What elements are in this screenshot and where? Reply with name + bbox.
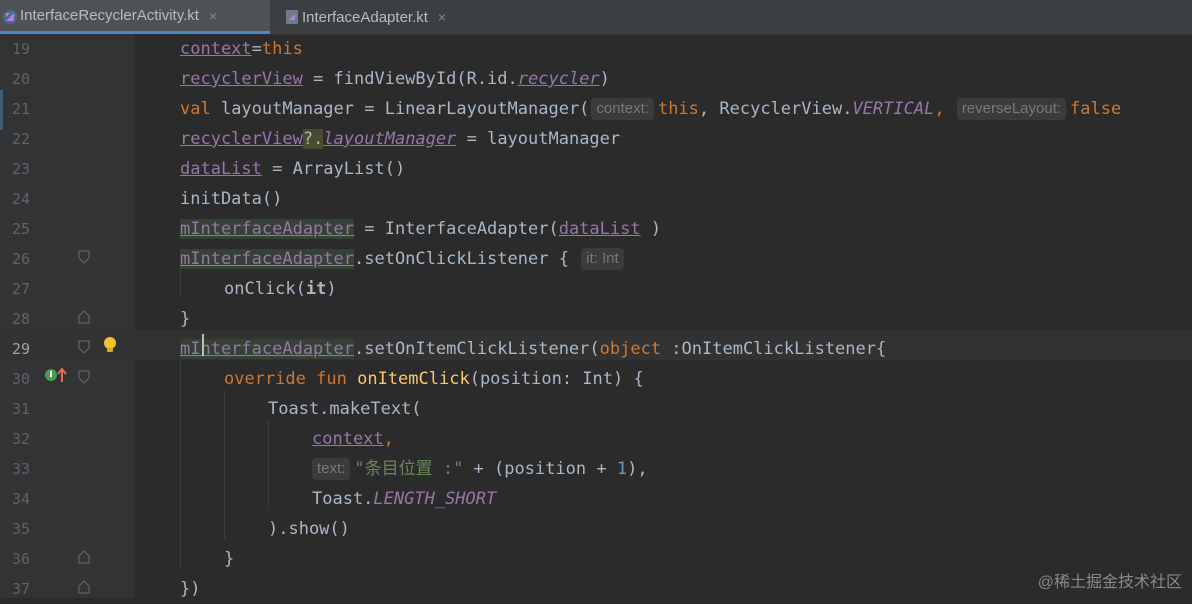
code-line[interactable]: 22 recyclerView?.layoutManager = layoutM…: [0, 124, 1192, 154]
code-line[interactable]: 36 }: [0, 544, 1192, 574]
code-line[interactable]: 19 context=this: [0, 34, 1192, 64]
editor-tab-bar: InterfaceRecyclerActivity.kt × Interface…: [0, 0, 1192, 35]
line-number: 25: [12, 220, 31, 238]
line-number: 35: [12, 520, 31, 538]
fold-icon[interactable]: [78, 340, 90, 354]
line-number: 31: [12, 400, 31, 418]
code-text: recyclerView = findViewById(R.id.recycle…: [180, 69, 610, 89]
code-line[interactable]: 34 Toast.LENGTH_SHORT: [0, 484, 1192, 514]
code-line[interactable]: 31 Toast.makeText(: [0, 394, 1192, 424]
code-line[interactable]: 20 recyclerView = findViewById(R.id.recy…: [0, 64, 1192, 94]
line-number: 23: [12, 160, 31, 178]
line-number: 21: [12, 100, 31, 118]
code-text: dataList = ArrayList(): [180, 159, 406, 179]
line-number: 37: [12, 580, 31, 598]
code-line[interactable]: 24 initData(): [0, 184, 1192, 214]
parameter-hint: context:: [591, 98, 654, 120]
fold-icon[interactable]: [78, 310, 90, 324]
code-text: Toast.LENGTH_SHORT: [312, 489, 497, 509]
code-text: context,: [312, 429, 394, 449]
code-line[interactable]: 26 mInterfaceAdapter.setOnClickListener …: [0, 244, 1192, 274]
kotlin-class-icon: [286, 10, 298, 24]
line-number: 33: [12, 460, 31, 478]
fold-icon[interactable]: [78, 580, 90, 594]
fold-icon[interactable]: [78, 250, 90, 264]
code-line[interactable]: 33 text: "条目位置 :" + (position + 1),: [0, 454, 1192, 484]
code-text: mInterfaceAdapter = InterfaceAdapter(dat…: [180, 219, 662, 239]
line-number: 28: [12, 310, 31, 328]
code-line[interactable]: 27 onClick(it): [0, 274, 1192, 304]
line-number: 24: [12, 190, 31, 208]
override-icon[interactable]: [44, 366, 68, 384]
line-number: 34: [12, 490, 31, 508]
code-line[interactable]: 37 }): [0, 574, 1192, 604]
line-number: 36: [12, 550, 31, 568]
code-text: initData(): [180, 189, 283, 209]
close-icon[interactable]: ×: [438, 9, 446, 25]
code-text: recyclerView?.layoutManager = layoutMana…: [180, 129, 621, 149]
code-text: ).show(): [268, 519, 350, 539]
tab-interface-adapter[interactable]: InterfaceAdapter.kt ×: [282, 0, 482, 34]
parameter-hint: text:: [312, 458, 351, 480]
tab-label: InterfaceAdapter.kt: [302, 8, 428, 26]
lambda-hint: it: Int: [581, 248, 624, 270]
code-text: mInterfaceAdapter.setOnItemClickListener…: [180, 339, 887, 359]
fold-icon[interactable]: [78, 550, 90, 564]
code-text: }): [180, 579, 201, 599]
code-line[interactable]: 35 ).show(): [0, 514, 1192, 544]
watermark: @稀土掘金技术社区: [1037, 574, 1182, 591]
code-line[interactable]: 32 context,: [0, 424, 1192, 454]
code-line[interactable]: 21 val layoutManager = LinearLayoutManag…: [0, 94, 1192, 124]
line-number: 19: [12, 40, 31, 58]
line-number: 22: [12, 130, 31, 148]
code-text: Toast.makeText(: [268, 399, 422, 419]
code-line[interactable]: 30 override fun onItemClick(position: In…: [0, 364, 1192, 394]
code-text: mInterfaceAdapter.setOnClickListener { i…: [180, 244, 628, 274]
line-number: 30: [12, 370, 31, 388]
code-line-current[interactable]: 29 mInterfaceAdapter.setOnItemClickListe…: [0, 334, 1192, 364]
line-number: 27: [12, 280, 31, 298]
text-cursor: [202, 334, 204, 356]
code-line[interactable]: 23 dataList = ArrayList(): [0, 154, 1192, 184]
kotlin-file-icon: [3, 10, 17, 24]
code-text: }: [180, 309, 191, 329]
code-text: context=this: [180, 39, 303, 59]
code-text: val layoutManager = LinearLayoutManager(…: [180, 98, 1122, 120]
line-number: 32: [12, 430, 31, 448]
line-number: 20: [12, 70, 31, 88]
code-line[interactable]: 25 mInterfaceAdapter = InterfaceAdapter(…: [0, 214, 1192, 244]
close-icon[interactable]: ×: [209, 8, 217, 24]
tab-label: InterfaceRecyclerActivity.kt: [20, 7, 199, 24]
tab-interface-recycler-activity[interactable]: InterfaceRecyclerActivity.kt ×: [0, 0, 270, 34]
fold-icon[interactable]: [78, 370, 90, 384]
code-line[interactable]: 28 }: [0, 304, 1192, 334]
parameter-hint: reverseLayout:: [956, 98, 1067, 120]
lightbulb-icon[interactable]: [102, 336, 118, 354]
code-text: onClick(it): [224, 279, 337, 299]
code-text: }: [224, 549, 235, 569]
line-number: 29: [12, 340, 31, 358]
code-text: override fun onItemClick(position: Int) …: [224, 369, 644, 389]
line-number: 26: [12, 250, 31, 268]
code-text: text: "条目位置 :" + (position + 1),: [312, 454, 648, 484]
